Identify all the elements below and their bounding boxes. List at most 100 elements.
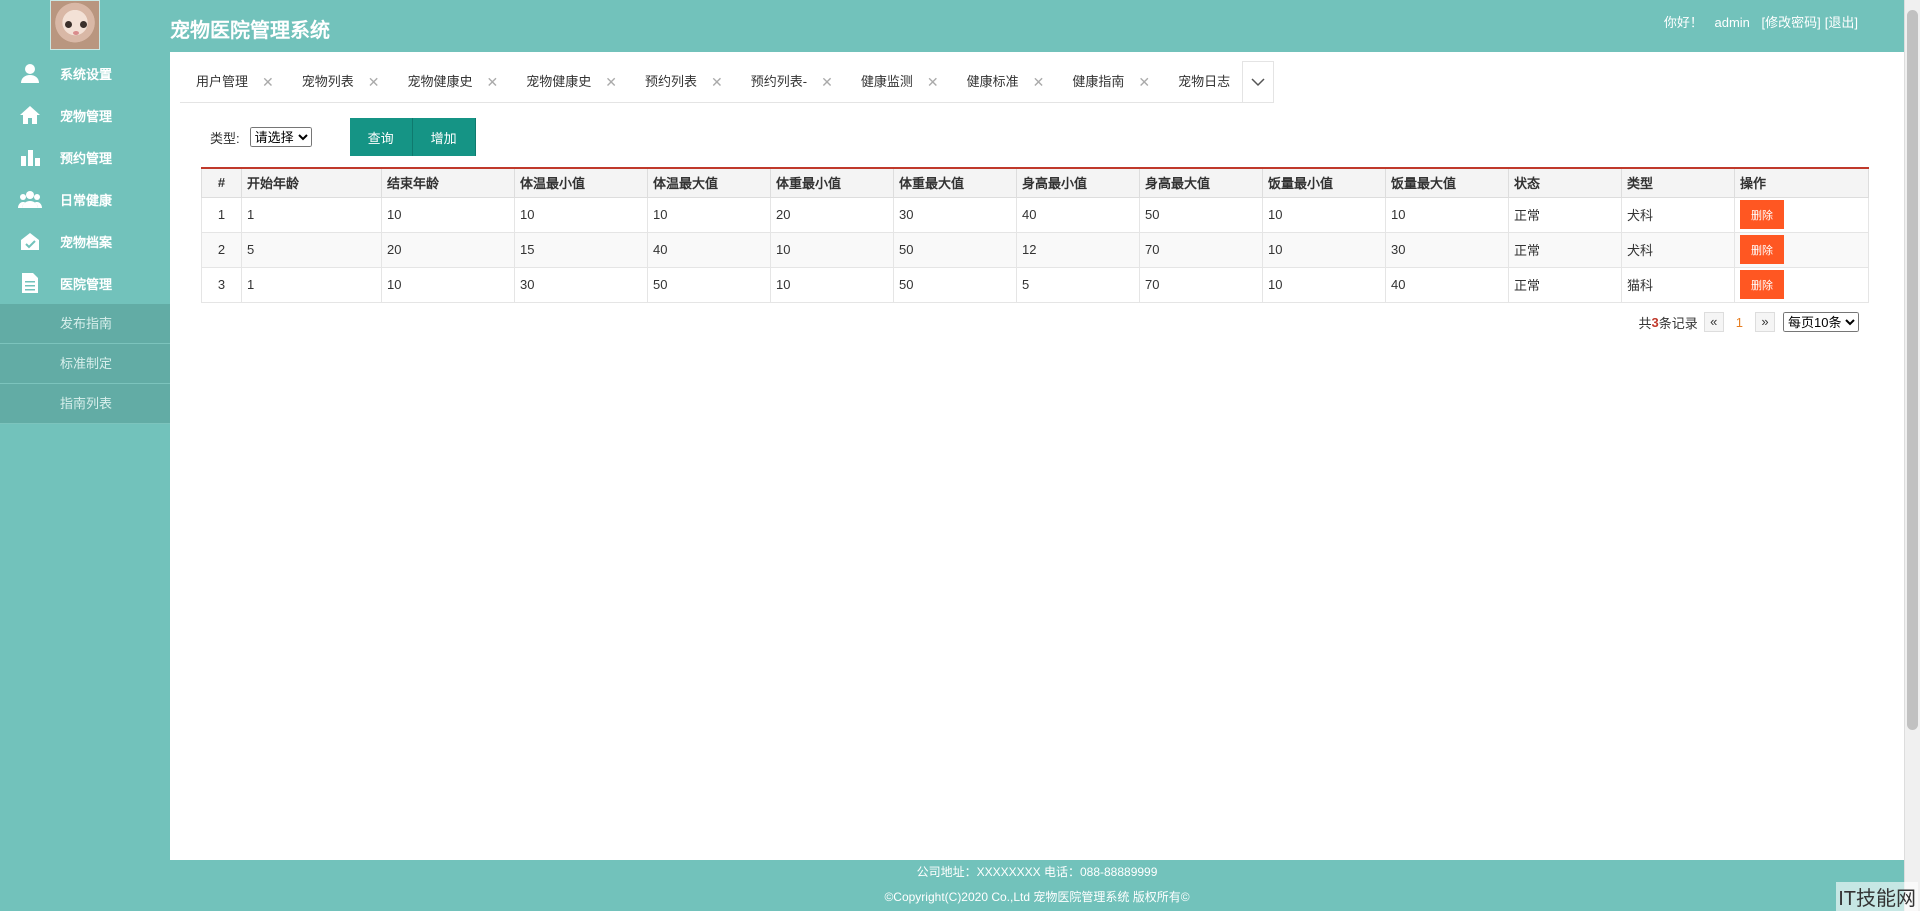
column-header: 身高最小值 [1016,167,1140,198]
main-content: 用户管理 ✕ 宠物列表 ✕ 宠物健康史 ✕ 宠物健康史 ✕ 预约列表 ✕ 预约列表- ✕ 健… [170,52,1904,860]
table-cell: 10 [1262,266,1386,303]
sidebar-item-daily-health[interactable]: 日常健康 [0,178,170,220]
tab-health-guide[interactable]: 健康指南 ✕ [1056,61,1162,103]
tab-label: 预约列表 [645,74,698,89]
close-icon[interactable]: ✕ [605,61,617,103]
total-suffix: 条记录 [1658,315,1698,331]
table-cell: 50 [1139,196,1263,233]
delete-button[interactable]: 删除 [1740,200,1784,229]
action-cell: 删除 [1734,266,1869,303]
column-header: 体温最大值 [647,167,771,198]
tab-label: 用户管理 [196,74,249,89]
column-header: 饭量最大值 [1385,167,1509,198]
tab-pet-list[interactable]: 宠物列表 ✕ [286,61,392,103]
avatar [50,0,100,50]
tab-health-standard[interactable]: 健康标准 ✕ [951,61,1057,103]
sidebar-item-appointment-management[interactable]: 预约管理 [0,136,170,178]
tab-more-button[interactable] [1242,61,1275,103]
close-icon[interactable]: ✕ [1033,61,1045,103]
standards-table: # 开始年龄 结束年龄 体温最小值 体温最大值 体重最小值 体重最大值 身高最小… [201,167,1869,303]
column-header: 状态 [1508,167,1622,198]
column-header: 结束年龄 [381,167,515,198]
tab-user-management[interactable]: 用户管理 ✕ [180,61,286,103]
tab-appointment-list-2[interactable]: 预约列表- ✕ [735,61,845,103]
close-icon[interactable]: ✕ [821,61,833,103]
pagination: 共 3 条记录 « 1 » 每页10条 [1639,312,1859,332]
tab-label: 宠物健康史 [407,74,473,89]
tab-label: 预约列表- [750,74,808,89]
table-cell: 5 [241,231,382,268]
sidebar-subitem-guide-list[interactable]: 指南列表 [0,384,170,424]
close-icon[interactable]: ✕ [262,61,274,103]
column-header: 身高最大值 [1139,167,1263,198]
greeting: 你好！ [1663,15,1703,30]
prev-page-button[interactable]: « [1703,312,1724,332]
column-header: 操作 [1734,167,1869,198]
home-icon [0,104,60,126]
tab-label: 宠物健康史 [526,74,592,89]
table-cell: 50 [893,231,1017,268]
table-cell: 1 [241,266,382,303]
sidebar-item-pet-archive[interactable]: 宠物档案 [0,220,170,262]
table-cell: 20 [381,231,515,268]
tab-pet-log[interactable]: 宠物日志 [1162,61,1242,103]
tab-appointment-list[interactable]: 预约列表 ✕ [629,61,735,103]
footer-copyright: ©Copyright(C)2020 Co.,Ltd 宠物医院管理系统 版权所有© [884,890,1190,904]
chevron-down-icon [1251,78,1265,87]
filter-bar: 类型: 请选择 查询 增加 [210,118,476,156]
sidebar-item-hospital-management[interactable]: 医院管理 [0,262,170,304]
username: admin [1714,15,1750,30]
sidebar-item-label: 宠物管理 [60,108,113,124]
table-cell: 10 [381,266,515,303]
table-row: 3 1 10 30 50 10 50 5 70 10 40 正常 猫科 删除 [201,266,1869,303]
action-cell: 删除 [1734,196,1869,233]
scrollbar[interactable] [1904,0,1920,911]
close-icon[interactable]: ✕ [1138,61,1150,103]
table-cell: 10 [1262,196,1386,233]
sidebar: 系统设置 宠物管理 预约管理 日常健康 宠物档案 医院管理 发布指南 标准制定 … [0,52,170,911]
current-page[interactable]: 1 [1736,315,1743,330]
footer-address: 公司地址：XXXXXXXX 电话：088-88889999 [916,865,1158,879]
change-password-link[interactable]: [修改密码] [1762,15,1821,30]
tab-label: 健康监测 [860,74,913,89]
column-header: 类型 [1621,167,1735,198]
query-button[interactable]: 查询 [349,118,413,156]
sidebar-item-system-settings[interactable]: 系统设置 [0,52,170,94]
tab-pet-health-history[interactable]: 宠物健康史 ✕ [392,61,511,103]
action-cell: 删除 [1734,231,1869,268]
close-icon[interactable]: ✕ [368,61,380,103]
table-cell: 40 [647,231,771,268]
tab-health-monitor[interactable]: 健康监测 ✕ [845,61,951,103]
tab-pet-health-history-2[interactable]: 宠物健康史 ✕ [510,61,629,103]
column-header: 饭量最小值 [1262,167,1386,198]
tab-bar: 用户管理 ✕ 宠物列表 ✕ 宠物健康史 ✕ 宠物健康史 ✕ 预约列表 ✕ 预约列表- ✕ 健… [180,61,1275,103]
sidebar-item-pet-management[interactable]: 宠物管理 [0,94,170,136]
tab-label: 宠物列表 [301,74,354,89]
close-icon[interactable]: ✕ [711,61,723,103]
type-select[interactable]: 请选择 [249,127,312,147]
table-cell: 犬科 [1621,231,1735,268]
sidebar-item-label: 宠物档案 [60,234,113,250]
close-icon[interactable]: ✕ [927,61,939,103]
table-cell: 10 [647,196,771,233]
table-cell: 50 [647,266,771,303]
close-icon[interactable]: ✕ [487,61,499,103]
column-header: # [201,167,242,198]
sidebar-subitem-set-standard[interactable]: 标准制定 [0,344,170,384]
next-page-button[interactable]: » [1755,312,1775,332]
table-cell: 10 [1385,196,1509,233]
table-cell: 猫科 [1621,266,1735,303]
sidebar-subitem-publish-guide[interactable]: 发布指南 [0,304,170,344]
table-cell: 70 [1139,231,1263,268]
total-count: 3 [1651,314,1659,330]
table-cell: 15 [514,231,648,268]
table-cell: 10 [770,231,894,268]
scrollbar-thumb[interactable] [1907,10,1918,730]
logout-link[interactable]: [退出] [1825,15,1858,30]
table-header-row: # 开始年龄 结束年龄 体温最小值 体温最大值 体重最小值 体重最大值 身高最小… [201,167,1869,198]
delete-button[interactable]: 删除 [1740,235,1784,264]
delete-button[interactable]: 删除 [1740,270,1784,299]
add-button[interactable]: 增加 [412,118,476,156]
page-size-select[interactable]: 每页10条 [1783,312,1859,332]
table-cell: 10 [381,196,515,233]
